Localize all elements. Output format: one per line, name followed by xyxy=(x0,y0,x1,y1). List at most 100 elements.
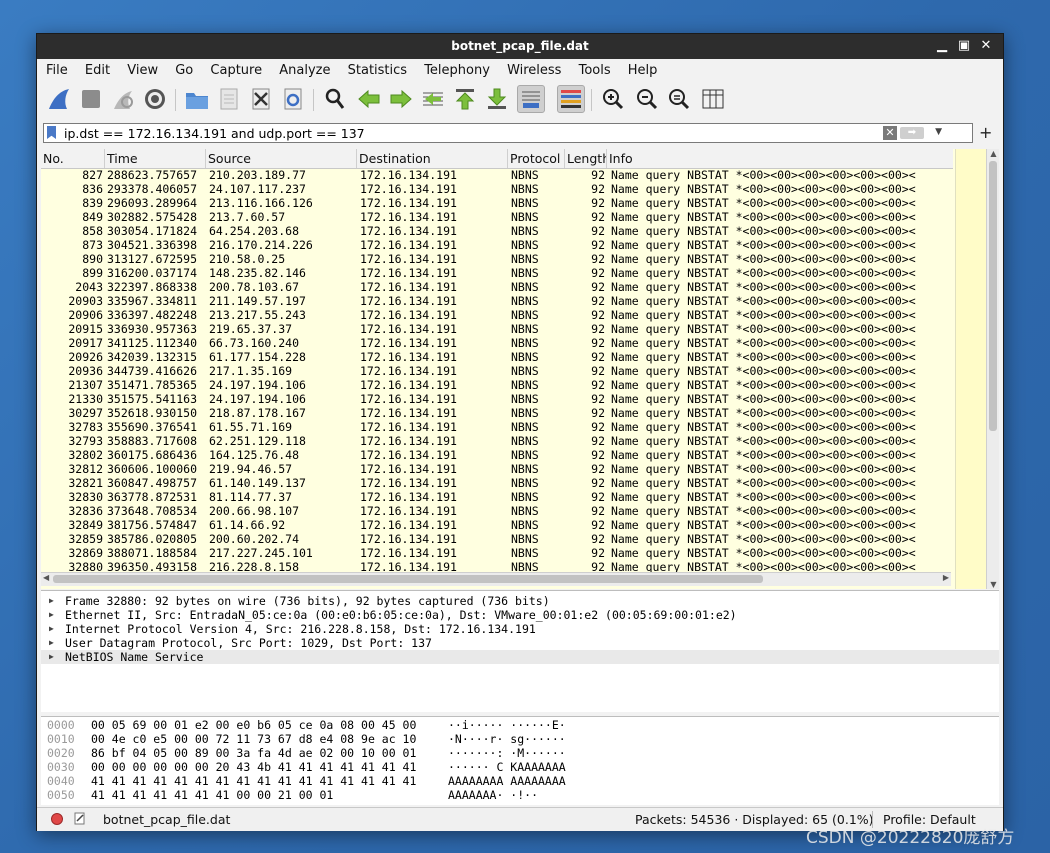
column-header-info[interactable]: Info xyxy=(607,149,953,168)
maximize-icon[interactable]: ▣ xyxy=(955,37,973,55)
table-row[interactable]: 32783 355690.376541 61.55.71.169 172.16.134… xyxy=(41,420,953,434)
table-row[interactable]: 20936 344739.416626 217.1.35.169 172.16.134… xyxy=(41,364,953,378)
auto-scroll-icon[interactable] xyxy=(517,85,545,113)
expand-triangle-icon[interactable]: ▶ xyxy=(49,622,54,636)
zoom-out-icon[interactable] xyxy=(633,85,661,113)
menu-capture[interactable]: Capture xyxy=(205,61,267,81)
table-row[interactable]: 32821 360847.498757 61.140.149.137 172.16.1… xyxy=(41,476,953,490)
scroll-down-arrow-icon[interactable]: ▼ xyxy=(987,580,999,589)
table-row[interactable]: 32802 360175.686436 164.125.76.48 172.16.13… xyxy=(41,448,953,462)
close-file-icon[interactable] xyxy=(247,85,275,113)
menu-help[interactable]: Help xyxy=(623,61,663,81)
packet-list-vertical-scrollbar[interactable]: ▲ ▼ xyxy=(986,149,999,589)
last-packet-arrow-icon[interactable] xyxy=(483,85,511,113)
apply-filter-arrow-icon[interactable]: ➡ xyxy=(900,127,924,139)
hex-row[interactable]: 0020 86 bf 04 05 00 89 00 3a fa 4d ae 02 … xyxy=(41,746,999,760)
menu-file[interactable]: File xyxy=(41,61,73,81)
table-row[interactable]: 21330 351575.541163 24.197.194.106 172.16.1… xyxy=(41,392,953,406)
table-row[interactable]: 32830 363778.872531 81.114.77.37 172.16.134… xyxy=(41,490,953,504)
close-icon[interactable]: ✕ xyxy=(977,37,995,55)
resize-columns-icon[interactable] xyxy=(699,85,727,113)
column-header-length[interactable]: Length xyxy=(565,149,607,168)
expand-triangle-icon[interactable]: ▶ xyxy=(49,608,54,622)
table-row[interactable]: 32849 381756.574847 61.14.66.92 172.16.134.… xyxy=(41,518,953,532)
table-row[interactable]: 32869 388071.188584 217.227.245.101 172.16.… xyxy=(41,546,953,560)
capture-comment-icon[interactable] xyxy=(74,812,86,825)
table-row[interactable]: 2043 322397.868338 200.78.103.67 172.16.134… xyxy=(41,280,953,294)
table-row[interactable]: 849 302882.575428 213.7.60.57 172.16.134.19… xyxy=(41,210,953,224)
stop-capture-icon[interactable] xyxy=(77,85,105,113)
restart-capture-icon[interactable] xyxy=(109,85,137,113)
find-packet-icon[interactable] xyxy=(321,85,349,113)
menu-edit[interactable]: Edit xyxy=(80,61,115,81)
scroll-right-arrow-icon[interactable]: ▶ xyxy=(943,573,949,582)
detail-row-udp[interactable]: ▶ User Datagram Protocol, Src Port: 1029… xyxy=(41,636,999,650)
display-filter-input[interactable]: ip.dst == 172.16.134.191 and udp.port ==… xyxy=(64,126,365,141)
table-row[interactable]: 899 316200.037174 148.235.82.146 172.16.134… xyxy=(41,266,953,280)
expand-triangle-icon[interactable]: ▶ xyxy=(49,650,54,664)
colorize-list-icon[interactable] xyxy=(557,85,585,113)
first-packet-arrow-icon[interactable] xyxy=(451,85,479,113)
expert-info-status-icon[interactable] xyxy=(51,813,63,825)
menu-tools[interactable]: Tools xyxy=(574,61,616,81)
scroll-left-arrow-icon[interactable]: ◀ xyxy=(43,573,49,582)
clear-filter-icon[interactable]: ✕ xyxy=(883,126,897,140)
zoom-normal-icon[interactable] xyxy=(665,85,693,113)
column-header-no[interactable]: No. xyxy=(41,149,105,168)
hex-row[interactable]: 0050 41 41 41 41 41 41 41 00 00 21 00 01 A… xyxy=(41,788,999,802)
table-row[interactable]: 30297 352618.930150 218.87.178.167 172.16.1… xyxy=(41,406,953,420)
capture-options-gear-icon[interactable] xyxy=(141,85,169,113)
hex-row[interactable]: 0030 00 00 00 00 00 00 20 43 4b 41 41 41 … xyxy=(41,760,999,774)
table-row[interactable]: 32793 358883.717608 62.251.129.118 172.16.1… xyxy=(41,434,953,448)
detail-row-ethernet[interactable]: ▶ Ethernet II, Src: EntradaN_05:ce:0a (0… xyxy=(41,608,999,622)
packet-minimap[interactable] xyxy=(955,149,986,589)
filter-dropdown-chevron-icon[interactable]: ▼ xyxy=(935,127,942,137)
table-row[interactable]: 827 288623.757657 210.203.189.77 172.16.134… xyxy=(41,168,953,182)
scrollbar-thumb[interactable] xyxy=(53,575,763,583)
table-row[interactable]: 32812 360606.100060 219.94.46.57 172.16.134… xyxy=(41,462,953,476)
table-row[interactable]: 20915 336930.957363 219.65.37.37 172.16.134… xyxy=(41,322,953,336)
go-back-arrow-icon[interactable] xyxy=(355,85,383,113)
column-header-source[interactable]: Source xyxy=(206,149,357,168)
menu-view[interactable]: View xyxy=(122,61,163,81)
expand-triangle-icon[interactable]: ▶ xyxy=(49,594,54,608)
menu-statistics[interactable]: Statistics xyxy=(343,61,412,81)
bookmark-icon[interactable] xyxy=(47,126,56,139)
table-row[interactable]: 20926 342039.132315 61.177.154.228 172.16.1… xyxy=(41,350,953,364)
detail-row-nbns[interactable]: ▶ NetBIOS Name Service xyxy=(41,650,999,664)
packet-list-horizontal-scrollbar[interactable]: ◀ ▶ xyxy=(41,572,951,586)
reload-file-icon[interactable] xyxy=(279,85,307,113)
expand-triangle-icon[interactable]: ▶ xyxy=(49,636,54,650)
hex-row[interactable]: 0000 00 05 69 00 01 e2 00 e0 b6 05 ce 0a … xyxy=(41,718,999,732)
table-row[interactable]: 21307 351471.785365 24.197.194.106 172.16.1… xyxy=(41,378,953,392)
detail-row-frame[interactable]: ▶ Frame 32880: 92 bytes on wire (736 bit… xyxy=(41,594,999,608)
zoom-in-icon[interactable] xyxy=(599,85,627,113)
detail-row-ip[interactable]: ▶ Internet Protocol Version 4, Src: 216.… xyxy=(41,622,999,636)
display-filter-bar[interactable]: ip.dst == 172.16.134.191 and udp.port ==… xyxy=(43,123,973,143)
add-filter-button-plus-icon[interactable]: + xyxy=(979,123,992,142)
hex-row[interactable]: 0040 41 41 41 41 41 41 41 41 41 41 41 41 … xyxy=(41,774,999,788)
column-header-destination[interactable]: Destination xyxy=(357,149,508,168)
go-forward-arrow-icon[interactable] xyxy=(387,85,415,113)
table-row[interactable]: 873 304521.336398 216.170.214.226 172.16.13… xyxy=(41,238,953,252)
table-row[interactable]: 890 313127.672595 210.58.0.25 172.16.134.19… xyxy=(41,252,953,266)
table-row[interactable]: 839 296093.289964 213.116.166.126 172.16.13… xyxy=(41,196,953,210)
open-folder-icon[interactable] xyxy=(183,85,211,113)
minimize-icon[interactable]: ▁ xyxy=(933,37,951,55)
menu-wireless[interactable]: Wireless xyxy=(502,61,566,81)
table-row[interactable]: 858 303054.171824 64.254.203.68 172.16.134.… xyxy=(41,224,953,238)
menu-go[interactable]: Go xyxy=(170,61,198,81)
table-row[interactable]: 20903 335967.334811 211.149.57.197 172.16.1… xyxy=(41,294,953,308)
table-row[interactable]: 20917 341125.112340 66.73.160.240 172.16.13… xyxy=(41,336,953,350)
scroll-up-arrow-icon[interactable]: ▲ xyxy=(987,149,999,158)
table-row[interactable]: 836 293378.406057 24.107.117.237 172.16.134… xyxy=(41,182,953,196)
go-to-packet-icon[interactable] xyxy=(419,85,447,113)
shark-fin-start-icon[interactable] xyxy=(45,85,73,113)
column-header-time[interactable]: Time xyxy=(105,149,206,168)
table-row[interactable]: 32836 373648.708534 200.66.98.107 172.16.13… xyxy=(41,504,953,518)
save-file-icon[interactable] xyxy=(215,85,243,113)
hex-row[interactable]: 0010 00 4e c0 e5 00 00 72 11 73 67 d8 e4 … xyxy=(41,732,999,746)
column-header-protocol[interactable]: Protocol xyxy=(508,149,565,168)
menu-telephony[interactable]: Telephony xyxy=(419,61,495,81)
table-row[interactable]: 32859 385786.020805 200.60.202.74 172.16.13… xyxy=(41,532,953,546)
